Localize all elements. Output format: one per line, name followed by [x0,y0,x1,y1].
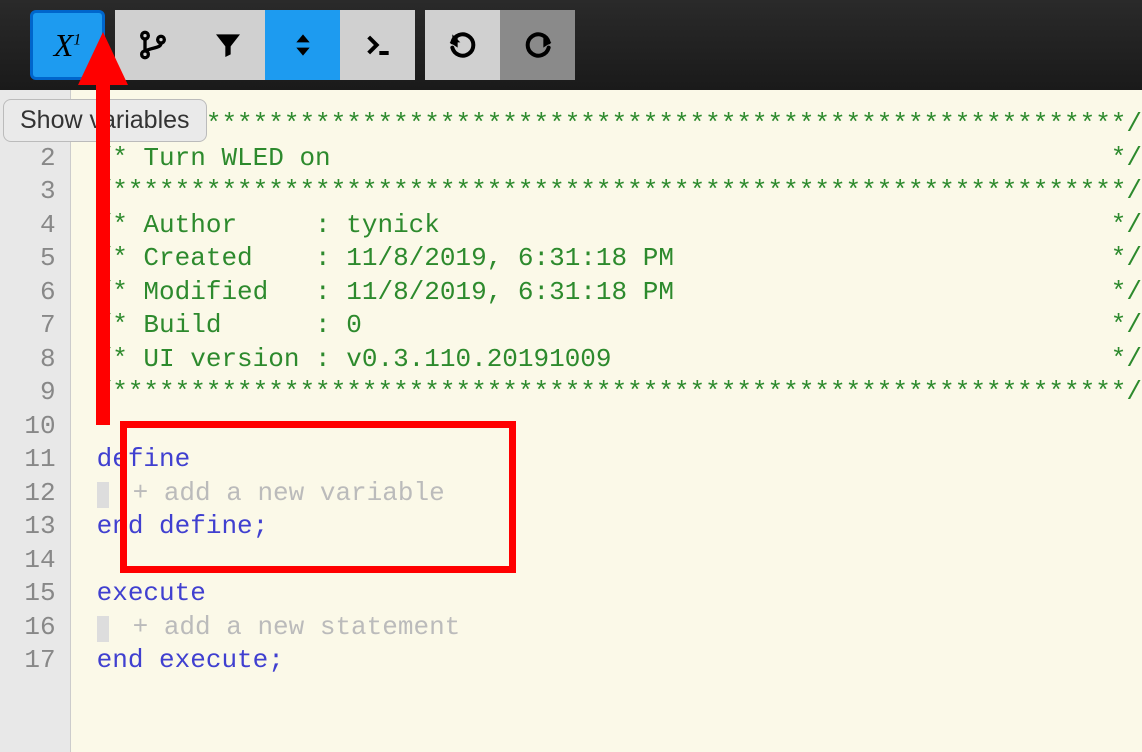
code-area[interactable]: /***************************************… [71,90,1142,752]
code-line[interactable]: /* Build : 0 */ [97,309,1142,343]
line-number: 6 [0,276,70,310]
branch-button[interactable] [115,10,190,80]
line-number: 17 [0,644,70,678]
variables-button[interactable]: X1 [30,10,105,80]
line-number: 8 [0,343,70,377]
line-gutter: 1234567891011121314151617 [0,90,71,752]
console-button[interactable] [340,10,415,80]
branch-icon [137,29,169,61]
cursor [97,482,109,508]
console-icon [362,29,394,61]
line-number: 9 [0,376,70,410]
line-number: 5 [0,242,70,276]
code-line[interactable]: /* Author : tynick */ [97,209,1142,243]
variables-tooltip: Show variables [3,99,207,142]
toolbar-group-1: X1 [30,10,105,80]
code-line[interactable] [97,544,1142,578]
code-line[interactable]: /* Modified : 11/8/2019, 6:31:18 PM */ [97,276,1142,310]
editor: 1234567891011121314151617 /*************… [0,90,1142,752]
line-number: 10 [0,410,70,444]
code-line[interactable]: /* Turn WLED on */ [97,142,1142,176]
code-line[interactable]: end execute; [97,644,1142,678]
redo-button[interactable] [500,10,575,80]
variable-x-icon: X1 [54,27,82,64]
undo-button[interactable] [425,10,500,80]
filter-icon [212,29,244,61]
line-number: 13 [0,510,70,544]
line-number: 11 [0,443,70,477]
code-line[interactable]: /***************************************… [97,376,1142,410]
line-number: 7 [0,309,70,343]
redo-icon [522,29,554,61]
filter-button[interactable] [190,10,265,80]
line-number: 12 [0,477,70,511]
code-line[interactable] [97,410,1142,444]
cursor [97,616,109,642]
code-line[interactable]: /***************************************… [97,108,1142,142]
sort-button[interactable] [265,10,340,80]
undo-icon [447,29,479,61]
code-line[interactable]: define [97,443,1142,477]
line-number: 16 [0,611,70,645]
code-line[interactable]: + add a new variable [97,477,1142,511]
line-number: 14 [0,544,70,578]
code-line[interactable]: end define; [97,510,1142,544]
toolbar: X1 [0,0,1142,90]
toolbar-group-2 [115,10,415,80]
line-number: 15 [0,577,70,611]
code-line[interactable]: /* UI version : v0.3.110.20191009 */ [97,343,1142,377]
line-number: 4 [0,209,70,243]
line-number: 2 [0,142,70,176]
toolbar-group-3 [425,10,575,80]
code-line[interactable]: + add a new statement [97,611,1142,645]
code-line[interactable]: /***************************************… [97,175,1142,209]
line-number: 3 [0,175,70,209]
code-line[interactable]: /* Created : 11/8/2019, 6:31:18 PM */ [97,242,1142,276]
code-line[interactable]: execute [97,577,1142,611]
sort-icon [287,29,319,61]
